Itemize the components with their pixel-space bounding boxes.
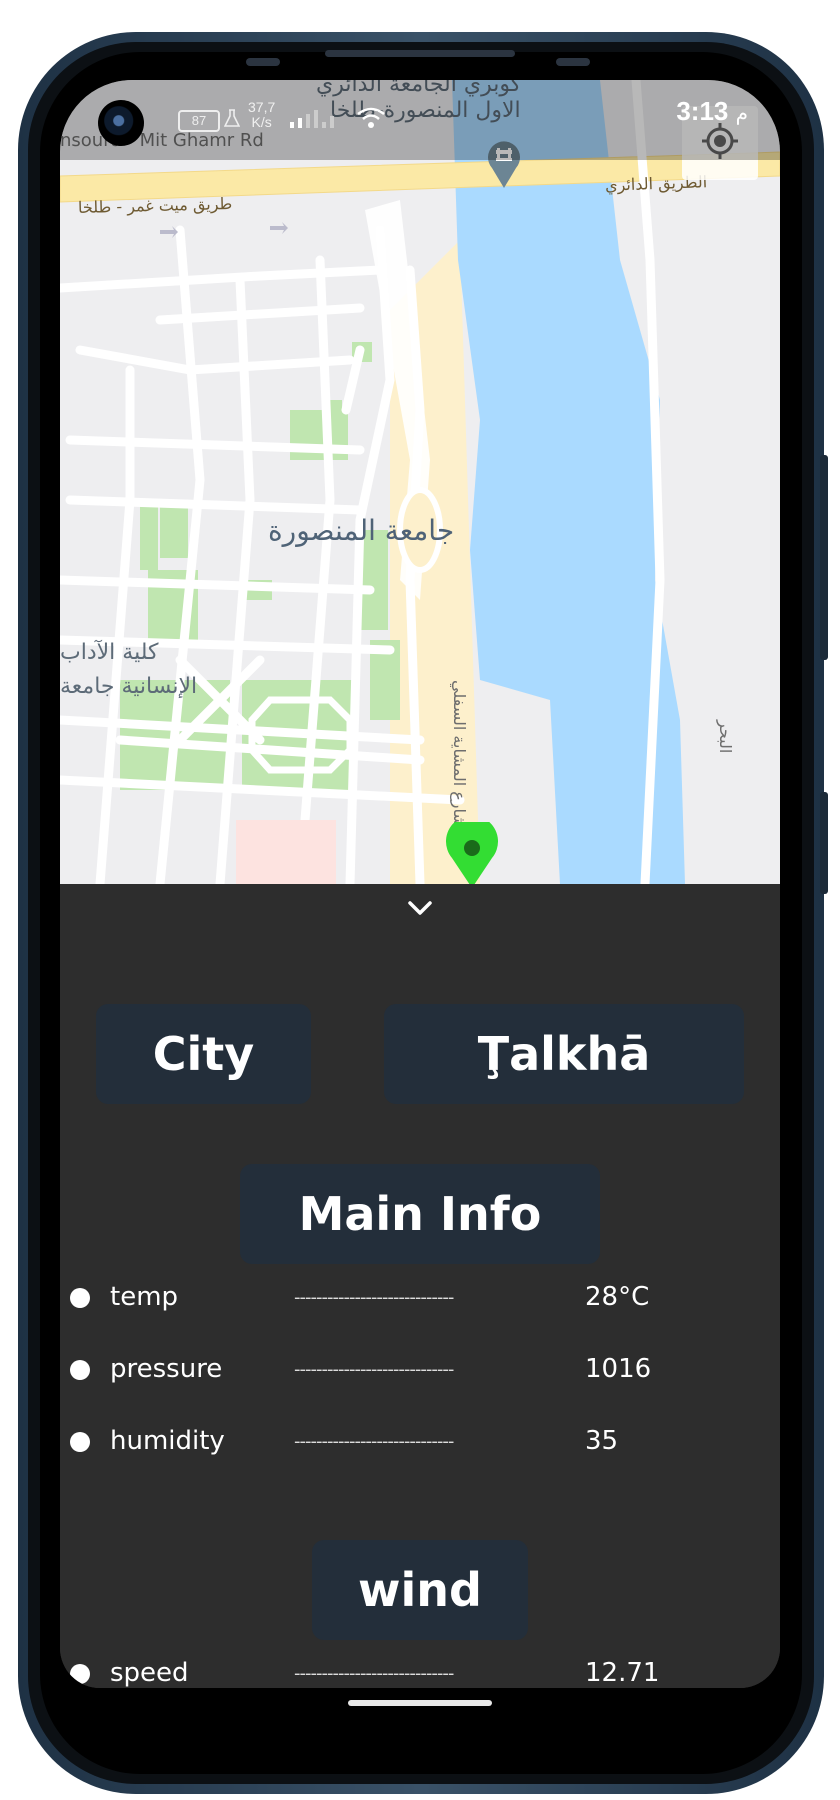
map-label-sea: البحر (716, 720, 735, 754)
network-speed-unit: K/s (251, 114, 272, 130)
network-speed: 37,7 K/s (248, 100, 275, 130)
dash-separator: ----------------------------- (294, 1431, 454, 1452)
dash-separator: ----------------------------- (294, 1359, 454, 1380)
front-camera (98, 100, 144, 146)
dash-separator: ----------------------------- (294, 1663, 454, 1684)
info-row-humidity: humidity ----------------------------- 3… (60, 1422, 780, 1462)
flask-icon (223, 108, 241, 133)
bullet-icon (70, 1360, 90, 1380)
info-row-temp: temp ----------------------------- 28°C (60, 1278, 780, 1318)
network-speed-value: 37,7 (248, 99, 276, 115)
wind-row-speed: speed ----------------------------- 12.7… (60, 1654, 780, 1688)
bullet-icon (70, 1664, 90, 1684)
city-label-chip: City (96, 1004, 311, 1104)
app-screen: كوبري الجامعة الدائري الاول المنصورة-طلخ… (60, 80, 780, 1688)
weather-bottom-sheet: City Ţalkhā Main Info temp -------------… (60, 884, 780, 1688)
location-pin-icon[interactable] (446, 815, 498, 888)
info-value: 28°C (585, 1282, 650, 1312)
map-label-street: شارع المشاية السفلي (450, 680, 469, 827)
signal-icon (290, 104, 350, 135)
collapse-sheet-button[interactable] (406, 894, 434, 922)
info-row-pressure: pressure ----------------------------- 1… (60, 1350, 780, 1390)
map-label-road-left: طريق ميت غمر - طلخا (77, 193, 233, 218)
map-label-faculty-1: كلية الآداب (60, 640, 159, 665)
map-label-university: جامعة المنصورة (268, 514, 455, 547)
chevron-down-icon (408, 901, 432, 915)
info-label: humidity (110, 1426, 225, 1456)
wind-title: wind (312, 1540, 528, 1640)
bullet-icon (70, 1432, 90, 1452)
wind-label: speed (110, 1658, 189, 1688)
clock-time: 3:13 (676, 96, 729, 126)
wifi-icon (356, 106, 386, 135)
home-indicator[interactable] (348, 1700, 492, 1706)
info-value: 35 (585, 1426, 619, 1456)
light-sensor (556, 58, 590, 66)
map-view[interactable]: كوبري الجامعة الدائري الاول المنصورة-طلخ… (60, 80, 780, 889)
wind-value: 12.71 (585, 1658, 660, 1688)
bullet-icon (70, 1288, 90, 1308)
clock: م 3:13 (676, 96, 748, 127)
info-label: temp (110, 1282, 179, 1312)
city-value-chip: Ţalkhā (384, 1004, 744, 1104)
main-info-title: Main Info (240, 1164, 600, 1264)
info-label: pressure (110, 1354, 223, 1384)
dash-separator: ----------------------------- (294, 1287, 454, 1308)
earpiece-speaker (325, 50, 515, 57)
clock-ampm: م (735, 103, 748, 125)
proximity-sensor (246, 58, 280, 66)
battery-icon: 87 (178, 110, 220, 132)
info-value: 1016 (585, 1354, 652, 1384)
volume-button (820, 455, 828, 660)
status-bar: 87 37,7 K/s م 3:13 (60, 80, 780, 160)
battery-level: 87 (191, 113, 207, 128)
map-label-faculty-2: الإنسانية جامعة (60, 674, 198, 699)
power-button (820, 792, 828, 894)
